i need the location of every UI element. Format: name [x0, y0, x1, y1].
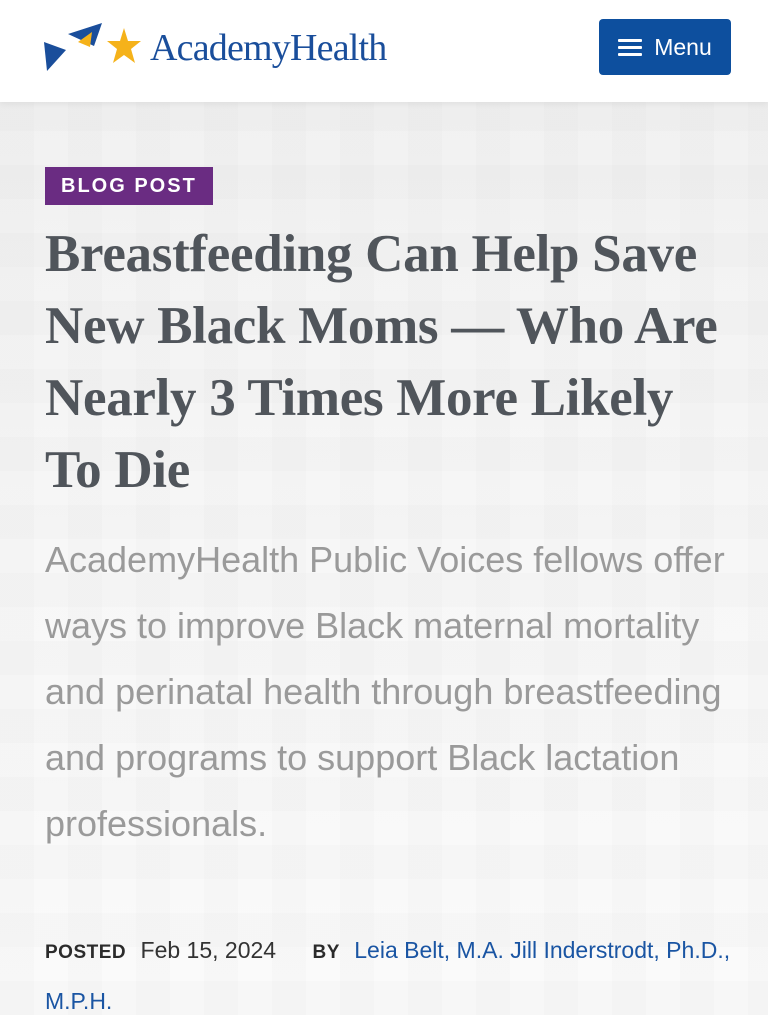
site-logo[interactable]: AcademyHealth	[44, 18, 387, 78]
menu-label: Menu	[654, 33, 712, 60]
by-label: BY	[312, 942, 340, 963]
star-logo-icon	[44, 23, 141, 71]
posted-label: POSTED	[45, 942, 127, 963]
posted-date: Feb 15, 2024	[140, 937, 277, 963]
author-link[interactable]: Leia Belt, M.A.	[354, 937, 504, 963]
article-meta: POSTED Feb 15, 2024 BY Leia Belt, M.A. J…	[45, 926, 735, 1015]
site-header: AcademyHealth Menu	[0, 0, 768, 102]
article-summary: AcademyHealth Public Voices fellows offe…	[45, 539, 725, 844]
hamburger-icon	[618, 35, 643, 60]
menu-button[interactable]: Menu	[599, 19, 731, 75]
logo-text: AcademyHealth	[150, 27, 387, 69]
content-type-badge[interactable]: BLOG POST	[45, 167, 213, 205]
article-title: Breastfeeding Can Help Save New Black Mo…	[45, 225, 718, 499]
